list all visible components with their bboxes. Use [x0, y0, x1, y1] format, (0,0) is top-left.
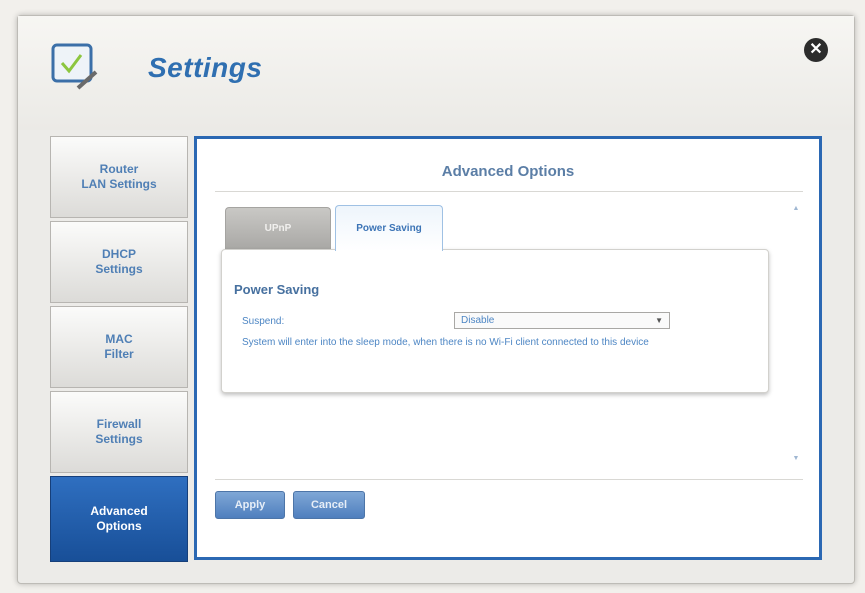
power-saving-panel: Power Saving Suspend: Disable ▼ System w…: [221, 249, 769, 393]
sidebar-item-label: MAC Filter: [104, 332, 134, 361]
scrollbar[interactable]: ▲ ▼: [790, 205, 802, 469]
sidebar-item-label: Advanced Options: [90, 504, 148, 533]
sidebar-item-advanced-options[interactable]: Advanced Options: [50, 476, 188, 562]
sidebar-item-label: Router LAN Settings: [81, 162, 157, 191]
tab-label: Power Saving: [356, 223, 422, 234]
divider: [215, 479, 803, 480]
suspend-select[interactable]: Disable ▼: [454, 312, 670, 329]
suspend-label: Suspend:: [242, 316, 285, 327]
content-panel: Advanced Options UPnP Power Saving Power…: [194, 136, 822, 560]
dialog-header: Settings ✕: [18, 16, 854, 130]
tab-label: UPnP: [264, 223, 292, 234]
sidebar-item-dhcp-settings[interactable]: DHCP Settings: [50, 221, 188, 303]
dropdown-arrow-icon[interactable]: ▼: [655, 313, 663, 328]
sidebar-item-router-lan-settings[interactable]: Router LAN Settings: [50, 136, 188, 218]
suspend-select-value: Disable: [461, 315, 495, 326]
sidebar-item-label: Firewall Settings: [95, 417, 143, 446]
tab-upnp[interactable]: UPnP: [225, 207, 331, 249]
sidebar-item-mac-filter[interactable]: MAC Filter: [50, 306, 188, 388]
apply-button[interactable]: Apply: [215, 491, 285, 519]
section-heading: Power Saving: [234, 282, 320, 297]
sidebar-item-firewall-settings[interactable]: Firewall Settings: [50, 391, 188, 473]
help-text: System will enter into the sleep mode, w…: [242, 337, 649, 348]
close-button[interactable]: ✕: [804, 38, 828, 62]
sidebar: Router LAN Settings DHCP Settings MAC Fi…: [50, 136, 190, 562]
cancel-button[interactable]: Cancel: [293, 491, 365, 519]
checkbox-icon: [50, 42, 100, 92]
page-title: Advanced Options: [441, 163, 575, 180]
sidebar-item-label: DHCP Settings: [95, 247, 143, 276]
tab-power-saving[interactable]: Power Saving: [335, 205, 443, 251]
dialog-title: Settings: [148, 52, 263, 83]
divider: [215, 191, 803, 192]
close-icon[interactable]: ✕: [809, 41, 822, 58]
scroll-up-icon[interactable]: ▲: [792, 205, 800, 212]
settings-dialog: Settings ✕ Router LAN Settings DHCP Sett…: [17, 15, 855, 584]
scroll-down-icon[interactable]: ▼: [792, 455, 800, 462]
